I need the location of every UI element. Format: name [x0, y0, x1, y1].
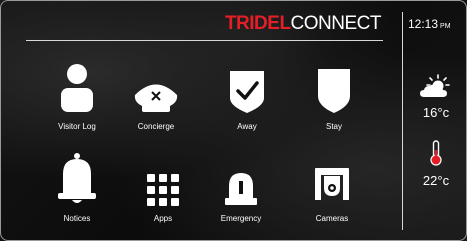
tile-apps[interactable]: Apps [120, 150, 206, 223]
shield-check-icon [230, 71, 264, 113]
indoor-temp: 22°c [422, 173, 450, 188]
tile-label: Emergency [220, 214, 262, 223]
grid-icon [147, 174, 179, 206]
outdoor-temp: 16°c [422, 105, 450, 120]
tile-emergency[interactable]: Emergency [198, 150, 284, 223]
clock: 12:13 PM [408, 17, 451, 31]
security-camera-icon [315, 168, 349, 200]
brand-rest: CONNECT [290, 13, 382, 34]
brand-logo: TRIDELCONNECT [224, 13, 382, 34]
outdoor-weather[interactable]: 16°c [408, 74, 464, 120]
clock-ampm: PM [440, 23, 451, 30]
tile-label: Cameras [315, 214, 349, 223]
brand-accent: TRIDEL [224, 13, 291, 34]
tile-label: Stay [325, 122, 342, 131]
tile-label: Away [237, 122, 257, 131]
tile-stay[interactable]: Stay [291, 58, 377, 131]
siren-icon [225, 173, 257, 205]
tile-concierge[interactable]: Concierge [113, 58, 199, 131]
thermometer-icon [430, 140, 442, 166]
clock-time: 12:13 [408, 17, 439, 31]
tile-cameras[interactable]: Cameras [289, 150, 375, 223]
status-divider [402, 12, 403, 230]
shield-icon [318, 69, 350, 113]
concierge-hat-icon [134, 84, 178, 112]
header-rule [26, 40, 383, 41]
person-icon [61, 64, 93, 112]
tile-notices[interactable]: Notices [34, 150, 120, 223]
tile-away[interactable]: Away [204, 58, 290, 131]
indoor-temperature[interactable]: 22°c [408, 140, 464, 188]
tile-label: Notices [63, 214, 91, 223]
bell-icon [58, 153, 96, 203]
tile-label: Apps [153, 214, 173, 223]
partly-cloudy-icon [420, 74, 450, 97]
tile-visitor-log[interactable]: Visitor Log [34, 58, 120, 131]
tile-label: Visitor Log [58, 122, 96, 131]
tile-label: Concierge [137, 122, 175, 131]
